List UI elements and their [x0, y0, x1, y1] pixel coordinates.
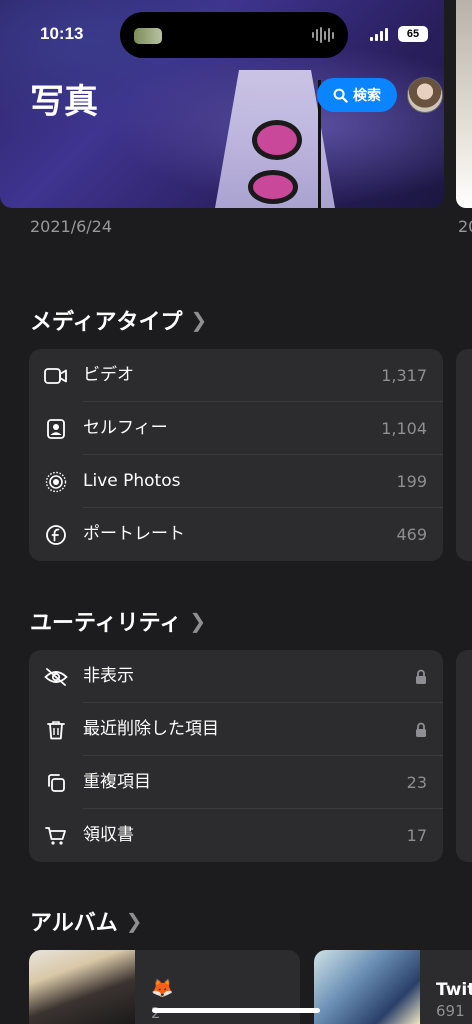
- now-playing-thumbnail: [134, 28, 162, 44]
- album-cover: [29, 950, 135, 1024]
- lock-icon: [416, 669, 426, 684]
- hidden-eye-icon: [44, 667, 68, 686]
- album-card[interactable]: Twit 691: [314, 950, 472, 1024]
- list-item-count: 1,317: [381, 366, 427, 385]
- album-name: 🦊: [151, 978, 174, 999]
- list-item-label: 最近削除した項目: [83, 703, 443, 756]
- battery-icon: 65: [398, 26, 428, 42]
- search-button[interactable]: 検索: [317, 78, 397, 112]
- list-item-count: 469: [396, 525, 427, 544]
- list-item-recently-deleted[interactable]: 最近削除した項目: [29, 703, 443, 756]
- audio-waveform-icon: [312, 26, 334, 44]
- photo-sunglasses-lens: [252, 120, 302, 160]
- list-item-label: ポートレート: [83, 524, 185, 544]
- video-icon: [44, 367, 67, 384]
- chevron-right-icon: ❯: [189, 609, 207, 633]
- lock-icon: [416, 722, 426, 737]
- cellular-signal-icon: [370, 28, 388, 41]
- search-button-label: 検索: [353, 88, 381, 104]
- list-item-label: 領収書: [83, 825, 134, 845]
- chevron-right-icon: ❯: [125, 909, 143, 933]
- next-card-peek: [456, 349, 472, 561]
- list-item-count: 199: [396, 472, 427, 491]
- live-photos-icon: [45, 471, 67, 492]
- list-item-portrait[interactable]: ポートレート 469: [29, 508, 443, 561]
- utilities-heading[interactable]: ユーティリティ ❯: [30, 605, 206, 637]
- photo-sunglasses-lens: [248, 170, 298, 204]
- next-card-peek: [456, 650, 472, 862]
- selfie-icon: [47, 418, 65, 439]
- list-item-label: 非表示: [83, 650, 443, 703]
- next-photo-date: 20: [458, 217, 472, 236]
- page-title: 写真: [30, 82, 98, 122]
- portrait-icon: [46, 524, 66, 545]
- utilities-heading-label: ユーティリティ: [30, 611, 182, 636]
- list-item-duplicates[interactable]: 重複項目 23: [29, 756, 443, 809]
- photo-date: 2021/6/24: [30, 217, 113, 236]
- list-item-selfie[interactable]: セルフィー 1,104: [29, 402, 443, 455]
- duplicates-icon: [48, 773, 65, 792]
- utilities-list: 非表示 最近削除した項目 重複項目 23 領収書 17: [29, 650, 443, 862]
- list-item-count: 1,104: [381, 419, 427, 438]
- status-time: 10:13: [40, 24, 84, 43]
- list-item-video[interactable]: ビデオ 1,317: [29, 349, 443, 402]
- next-featured-photo[interactable]: [456, 0, 472, 208]
- media-types-heading-label: メディアタイプ: [30, 310, 183, 335]
- albums-heading-label: アルバム: [30, 911, 118, 936]
- list-item-count: 23: [406, 773, 427, 792]
- albums-heading[interactable]: アルバム ❯: [30, 905, 143, 937]
- trash-icon: [47, 720, 65, 739]
- album-cover: [314, 950, 420, 1024]
- cart-icon: [45, 826, 66, 845]
- media-types-list: ビデオ 1,317 セルフィー 1,104 Live Photos 199 ポー…: [29, 349, 443, 561]
- media-types-heading[interactable]: メディアタイプ ❯: [30, 304, 207, 336]
- profile-avatar[interactable]: [407, 77, 443, 113]
- album-name: Twit: [436, 980, 472, 1000]
- list-item-label: Live Photos: [83, 455, 443, 508]
- dynamic-island[interactable]: [120, 12, 348, 58]
- search-icon: [333, 88, 348, 103]
- chevron-right-icon: ❯: [190, 308, 208, 332]
- list-item-receipts[interactable]: 領収書 17: [29, 809, 443, 862]
- list-item-count: 17: [406, 826, 427, 845]
- album-count: 691: [436, 1002, 465, 1020]
- list-item-live-photos[interactable]: Live Photos 199: [29, 455, 443, 508]
- list-item-hidden[interactable]: 非表示: [29, 650, 443, 703]
- list-item-label: 重複項目: [83, 756, 443, 809]
- home-indicator[interactable]: [152, 1008, 320, 1013]
- album-count: 2: [151, 1004, 161, 1022]
